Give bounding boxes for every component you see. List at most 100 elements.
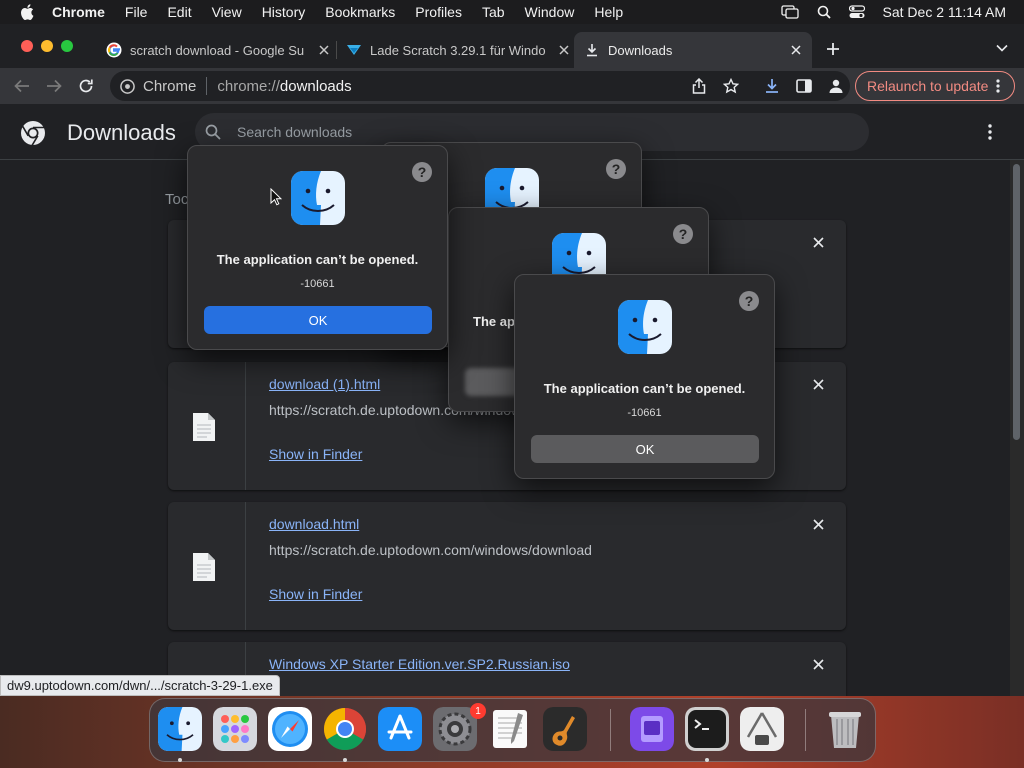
menu-window[interactable]: Window bbox=[525, 4, 575, 20]
screen-mirroring-icon[interactable] bbox=[780, 5, 799, 19]
dock-separator bbox=[805, 709, 806, 751]
browser-toolbar: Chrome chrome://downloads Relaunch to up… bbox=[0, 68, 1024, 104]
menu-edit[interactable]: Edit bbox=[167, 4, 191, 20]
share-icon[interactable] bbox=[690, 77, 708, 95]
tab-close-icon[interactable] bbox=[556, 42, 572, 58]
window-close-button[interactable] bbox=[21, 40, 33, 52]
mouse-pointer-icon bbox=[270, 187, 283, 206]
address-bar[interactable]: Chrome chrome://downloads bbox=[110, 71, 850, 101]
alert-message: The application can’t be opened. bbox=[216, 252, 419, 267]
notification-badge: 1 bbox=[470, 703, 486, 719]
download-filename-link[interactable]: download (1).html bbox=[269, 376, 380, 392]
forward-arrow-icon[interactable] bbox=[44, 76, 64, 96]
downloads-toolbar-icon[interactable] bbox=[762, 76, 782, 96]
relaunch-to-update-button[interactable]: Relaunch to update bbox=[855, 71, 1015, 101]
ok-button[interactable]: OK bbox=[531, 435, 759, 463]
tab-close-icon[interactable] bbox=[316, 42, 332, 58]
new-tab-plus-icon[interactable] bbox=[824, 40, 842, 58]
download-filename-link[interactable]: download.html bbox=[269, 516, 359, 532]
remove-download-x-icon[interactable] bbox=[810, 656, 826, 672]
address-divider bbox=[206, 77, 208, 95]
show-in-finder-link[interactable]: Show in Finder bbox=[269, 446, 362, 462]
download-icon bbox=[584, 42, 600, 58]
more-vertical-icon[interactable] bbox=[981, 122, 999, 142]
tab-strip: scratch download - Google Su Lade Scratc… bbox=[0, 24, 1024, 68]
trash-icon[interactable] bbox=[823, 707, 867, 751]
tab-search-chevron-icon[interactable] bbox=[994, 40, 1010, 56]
download-source-url: https://scratch.de.uptodown.com/windows/… bbox=[269, 542, 592, 558]
tab-title: Downloads bbox=[608, 42, 673, 58]
google-icon bbox=[106, 42, 122, 58]
help-question-icon[interactable]: ? bbox=[673, 224, 693, 244]
google-chrome-icon[interactable] bbox=[323, 707, 367, 751]
help-question-icon[interactable]: ? bbox=[412, 162, 432, 182]
uptodown-icon bbox=[346, 42, 362, 58]
alert-error-code: -10661 bbox=[627, 407, 662, 419]
search-icon bbox=[204, 123, 222, 141]
ok-button[interactable]: OK bbox=[204, 306, 432, 334]
menubar-clock[interactable]: Sat Dec 2 11:14 AM bbox=[883, 4, 1006, 20]
menu-tab[interactable]: Tab bbox=[482, 4, 505, 20]
page-scrollbar[interactable] bbox=[1010, 160, 1024, 696]
finder-dock-icon[interactable] bbox=[158, 707, 202, 751]
tab-uptodown[interactable]: Lade Scratch 3.29.1 für Windo bbox=[338, 32, 572, 68]
running-indicator bbox=[178, 758, 182, 762]
launchpad-icon[interactable] bbox=[213, 707, 257, 751]
show-in-finder-link[interactable]: Show in Finder bbox=[269, 586, 362, 602]
address-bar-chip: Chrome bbox=[143, 77, 197, 95]
side-panel-icon[interactable] bbox=[794, 76, 814, 96]
menu-view[interactable]: View bbox=[212, 4, 242, 20]
scrollbar-thumb[interactable] bbox=[1013, 164, 1020, 440]
spotlight-search-icon[interactable] bbox=[817, 5, 831, 19]
page-title: Downloads bbox=[67, 120, 176, 145]
menu-bookmarks[interactable]: Bookmarks bbox=[325, 4, 395, 20]
finder-icon bbox=[618, 300, 672, 354]
remove-download-x-icon[interactable] bbox=[810, 376, 826, 392]
tab-google-search[interactable]: scratch download - Google Su bbox=[98, 32, 332, 68]
menu-history[interactable]: History bbox=[262, 4, 306, 20]
menu-app-name[interactable]: Chrome bbox=[52, 4, 105, 20]
menu-profiles[interactable]: Profiles bbox=[415, 4, 462, 20]
download-item: download.html https://scratch.de.uptodow… bbox=[168, 502, 846, 630]
chrome-logo-icon bbox=[20, 120, 46, 146]
tab-close-icon[interactable] bbox=[788, 42, 804, 58]
running-indicator bbox=[705, 758, 709, 762]
alert-error-code: -10661 bbox=[300, 278, 335, 290]
link-status-bubble: dw9.uptodown.com/dwn/.../scratch-3-29-1.… bbox=[0, 675, 280, 696]
tab-downloads[interactable]: Downloads bbox=[574, 32, 812, 68]
file-area bbox=[168, 502, 246, 630]
remove-download-x-icon[interactable] bbox=[810, 516, 826, 532]
help-question-icon[interactable]: ? bbox=[739, 291, 759, 311]
chrome-site-icon bbox=[119, 78, 135, 94]
apple-menu-icon[interactable] bbox=[18, 0, 36, 24]
safari-icon[interactable] bbox=[268, 707, 312, 751]
error-alert-dialog: ? The application can’t be opened. -1066… bbox=[514, 274, 775, 479]
menu-file[interactable]: File bbox=[125, 4, 148, 20]
terminal-icon[interactable] bbox=[685, 707, 729, 751]
garageband-icon[interactable] bbox=[543, 707, 587, 751]
bookmark-star-icon[interactable] bbox=[722, 77, 740, 95]
alert-message: The application can’t be opened. bbox=[543, 381, 746, 396]
search-placeholder: Search downloads bbox=[237, 124, 353, 140]
file-document-icon bbox=[192, 552, 216, 582]
archive-utility-icon[interactable] bbox=[740, 707, 784, 751]
profile-avatar-icon[interactable] bbox=[826, 76, 846, 96]
download-filename-link[interactable]: Windows XP Starter Edition.ver.SP2.Russi… bbox=[269, 656, 570, 672]
app-store-icon[interactable] bbox=[378, 707, 422, 751]
window-zoom-button[interactable] bbox=[61, 40, 73, 52]
window-minimize-button[interactable] bbox=[41, 40, 53, 52]
file-document-icon bbox=[192, 412, 216, 442]
textedit-icon[interactable] bbox=[488, 707, 532, 751]
back-arrow-icon[interactable] bbox=[12, 76, 32, 96]
apple-configurator-icon[interactable] bbox=[630, 707, 674, 751]
remove-download-x-icon[interactable] bbox=[810, 234, 826, 250]
date-heading: Toc bbox=[165, 191, 189, 208]
help-question-icon[interactable]: ? bbox=[606, 159, 626, 179]
dock-separator bbox=[610, 709, 611, 751]
more-vertical-icon[interactable] bbox=[990, 78, 1006, 94]
finder-icon bbox=[291, 171, 345, 225]
menu-help[interactable]: Help bbox=[594, 4, 623, 20]
running-indicator bbox=[343, 758, 347, 762]
control-center-icon[interactable] bbox=[848, 5, 865, 19]
reload-icon[interactable] bbox=[76, 76, 96, 96]
